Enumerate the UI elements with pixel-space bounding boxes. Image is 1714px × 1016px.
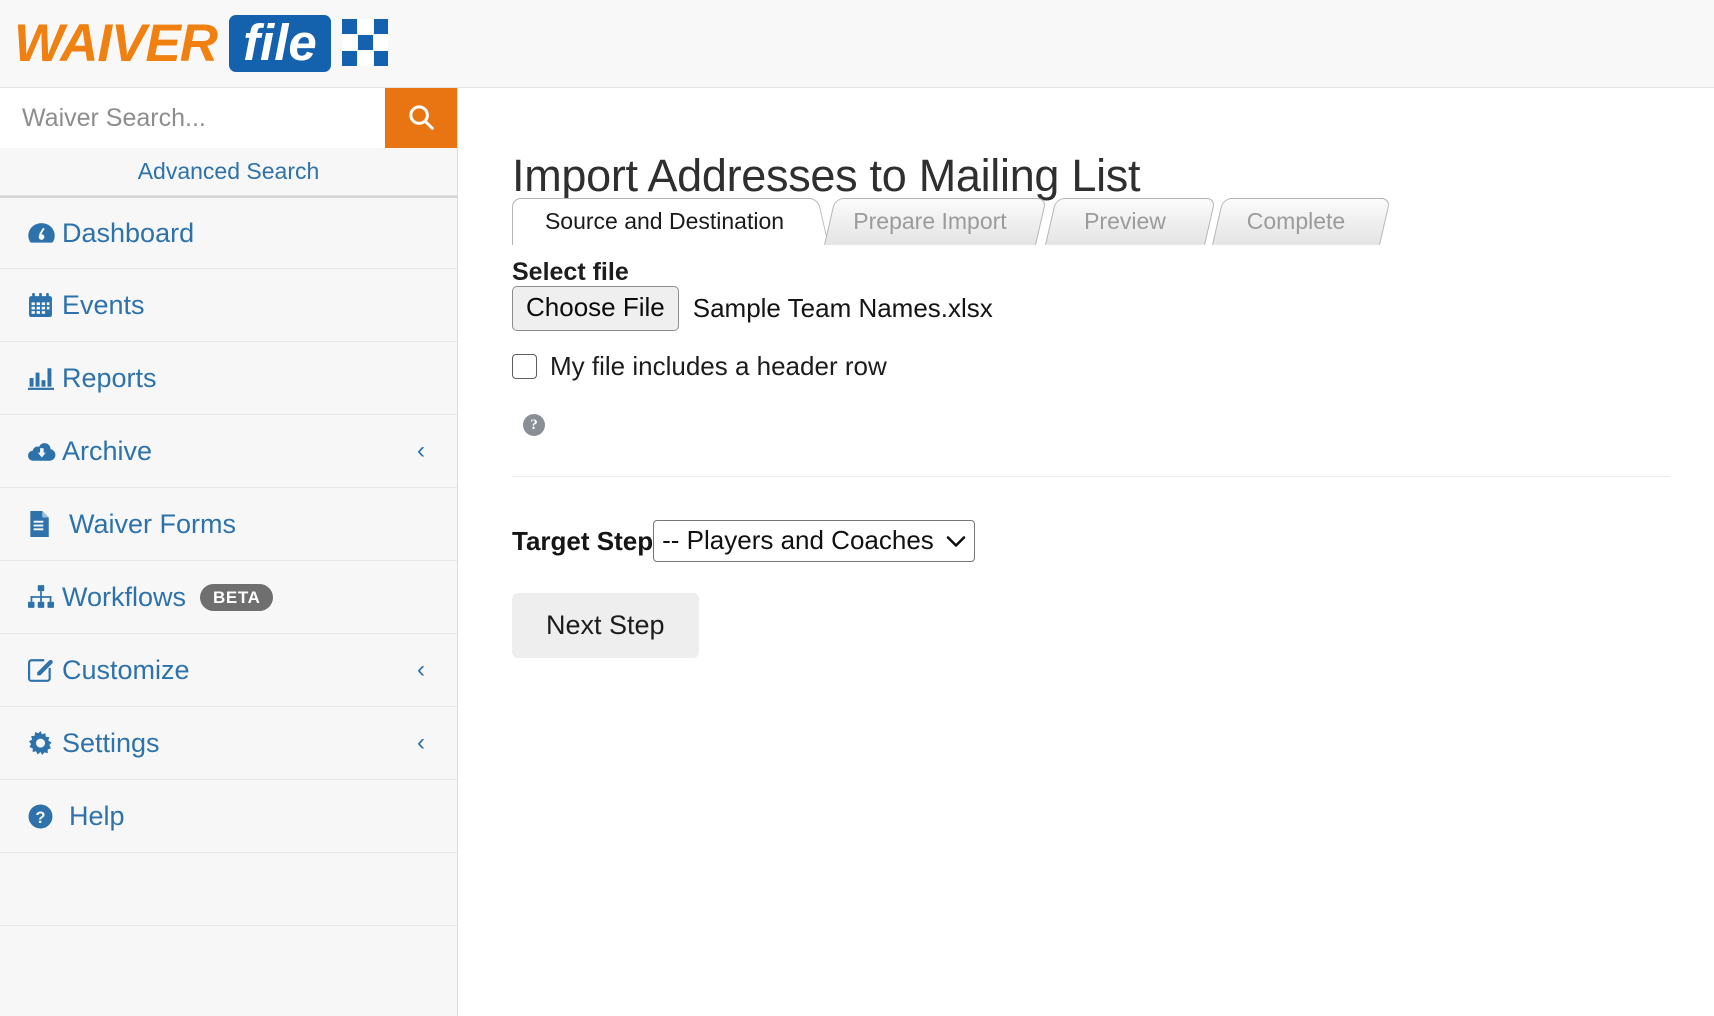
target-step-label: Target Step [512, 525, 654, 556]
advanced-search-link[interactable]: Advanced Search [138, 158, 320, 185]
sidebar-filler [0, 853, 457, 926]
tab-source-and-destination[interactable]: Source and Destination [512, 198, 817, 245]
tab-label: Prepare Import [853, 208, 1007, 234]
logo-checker-icon [341, 19, 388, 67]
logo-file-text: file [243, 13, 317, 71]
top-bar: WAIVER file [0, 0, 1714, 88]
next-step-button[interactable]: Next Step [512, 593, 699, 658]
waiver-search-row [0, 88, 457, 148]
sitemap-icon [28, 585, 62, 609]
document-icon [28, 511, 62, 537]
sidebar-item-label: Dashboard [62, 217, 195, 248]
edit-square-icon [28, 658, 62, 682]
target-step-select[interactable]: -- Players and Coaches [653, 520, 975, 562]
chevron-left-icon[interactable]: ‹ [417, 729, 425, 757]
target-step-row: Target Step -- Players and Coaches [512, 520, 975, 562]
sidebar-item-dashboard[interactable]: Dashboard [0, 196, 457, 269]
header-row-checkbox-label: My file includes a header row [550, 351, 887, 381]
tab-preview[interactable]: Preview [1045, 198, 1216, 245]
section-divider [512, 476, 1670, 477]
sidebar-item-label: Customize [62, 654, 190, 685]
search-input[interactable] [0, 88, 385, 148]
target-step-selected-value: -- Players and Coaches [662, 525, 934, 555]
sidebar-item-events[interactable]: Events [0, 269, 457, 342]
select-file-label: Select file [512, 258, 629, 286]
sidebar-item-label: Waiver Forms [69, 508, 236, 539]
tab-label: Source and Destination [544, 208, 785, 234]
tab-label: Complete [1246, 208, 1346, 234]
tab-label: Preview [1084, 208, 1166, 234]
sidebar-item-label: Help [69, 800, 125, 831]
svg-text:?: ? [35, 807, 45, 826]
sidebar-item-workflows[interactable]: Workflows BETA [0, 561, 457, 634]
chevron-left-icon[interactable]: ‹ [417, 437, 425, 465]
chevron-down-icon [946, 528, 966, 554]
question-circle-icon: ? [28, 804, 62, 829]
sidebar-item-label: Events [62, 289, 145, 320]
sidebar-item-reports[interactable]: Reports [0, 342, 457, 415]
sidebar-item-waiver-forms[interactable]: Waiver Forms [0, 488, 457, 561]
sidebar: Advanced Search Dashboard [0, 88, 458, 1016]
header-row-checkbox-row: My file includes a header row [512, 351, 887, 382]
selected-file-name: Sample Team Names.xlsx [692, 293, 993, 323]
sidebar-item-label: Workflows [62, 581, 187, 612]
sidebar-item-label: Reports [62, 362, 157, 393]
bar-chart-icon [28, 366, 62, 390]
search-icon [406, 102, 436, 135]
sidebar-item-customize[interactable]: Customize ‹ [0, 634, 457, 707]
page-title: Import Addresses to Mailing List [512, 150, 1141, 202]
main-content: Import Addresses to Mailing List Source … [459, 88, 1714, 1016]
search-button[interactable] [385, 88, 457, 148]
sidebar-item-help[interactable]: ? Help [0, 780, 457, 853]
logo-waiver-text: WAIVER [14, 13, 218, 73]
dashboard-icon [28, 222, 62, 244]
header-row-checkbox[interactable] [512, 354, 537, 379]
app-logo[interactable]: WAIVER file [14, 8, 388, 78]
logo-file-badge: file [229, 13, 331, 72]
file-input-row: Choose File Sample Team Names.xlsx [512, 286, 993, 331]
sidebar-item-settings[interactable]: Settings ‹ [0, 707, 457, 780]
chevron-left-icon[interactable]: ‹ [417, 656, 425, 684]
sidebar-item-label: Settings [62, 727, 160, 758]
app-root: WAIVER file Waiver Search... Advanced Se… [0, 0, 1714, 1016]
sidebar-item-archive[interactable]: Archive ‹ [0, 415, 457, 488]
sidebar-item-label: Archive [62, 435, 153, 466]
tab-complete[interactable]: Complete [1212, 198, 1391, 245]
gear-icon [28, 730, 62, 756]
cloud-download-icon [28, 440, 62, 462]
choose-file-button[interactable]: Choose File [512, 286, 679, 331]
tab-prepare-import[interactable]: Prepare Import [824, 198, 1047, 245]
advanced-search-row: Advanced Search [0, 148, 457, 196]
help-tooltip-icon[interactable]: ? [523, 414, 545, 436]
calendar-icon [28, 292, 62, 318]
beta-badge: BETA [200, 583, 274, 611]
